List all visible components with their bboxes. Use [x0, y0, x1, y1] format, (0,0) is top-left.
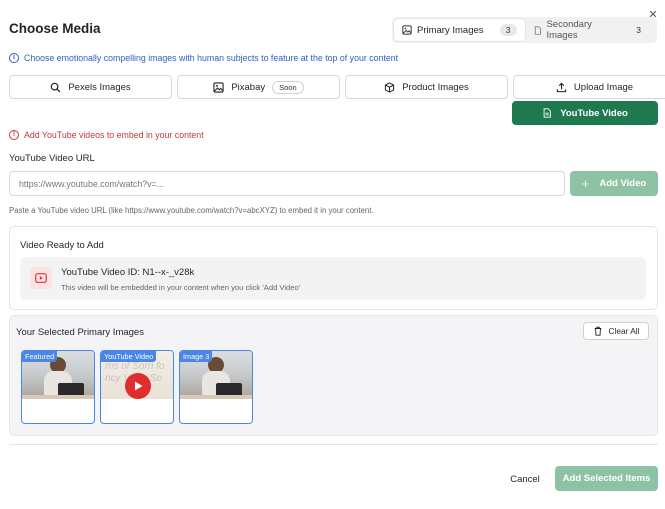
url-hint: Paste a YouTube video URL (like https://…: [9, 206, 374, 215]
pexels-images-button[interactable]: Pexels Images: [9, 75, 172, 99]
soon-badge: Soon: [272, 80, 304, 94]
source-label: Upload Image: [573, 81, 634, 93]
document-icon: [543, 108, 552, 118]
plus-icon: +: [581, 176, 590, 191]
upload-image-button[interactable]: Upload Image: [513, 75, 665, 99]
tab-secondary-images[interactable]: Secondary Images 3: [525, 19, 656, 41]
clear-all-label: Clear All: [608, 326, 640, 336]
dialog-title: Choose Media: [9, 21, 101, 36]
image-icon: [402, 25, 412, 35]
video-id-text: YouTube Video ID: N1--x-_v28k: [61, 267, 195, 278]
video-ready-heading: Video Ready to Add: [20, 240, 104, 251]
alert-icon: !: [9, 130, 19, 140]
tab-count-badge: 3: [636, 25, 641, 35]
box-icon: [385, 81, 395, 93]
info-message: i Choose emotionally compelling images w…: [9, 53, 398, 63]
tab-label: Primary Images: [417, 24, 484, 36]
youtube-video-label: YouTube Video: [560, 107, 628, 119]
warning-text: Add YouTube videos to embed in your cont…: [24, 130, 204, 140]
image-type-tabs: Primary Images 3 Secondary Images 3: [392, 17, 657, 43]
search-icon: [51, 82, 61, 92]
warning-message: ! Add YouTube videos to embed in your co…: [9, 130, 204, 140]
footer-divider: [9, 444, 658, 445]
video-ready-subtext: This video will be embedded in your cont…: [61, 283, 301, 292]
tab-label: Secondary Images: [546, 19, 592, 41]
info-icon: i: [9, 53, 19, 63]
selected-thumbnail[interactable]: ms of Sorri foncy Voter So YouTube Video: [100, 350, 174, 424]
product-images-button[interactable]: Product Images: [345, 75, 508, 99]
cancel-button[interactable]: Cancel: [504, 467, 546, 491]
video-ready-panel: Video Ready to Add YouTube Video ID: N1-…: [9, 226, 658, 310]
source-label: Product Images: [402, 81, 469, 93]
selected-thumbnail[interactable]: Featured: [21, 350, 95, 424]
add-selected-items-button[interactable]: Add Selected Items: [555, 466, 658, 491]
add-video-button[interactable]: + Add Video: [570, 171, 658, 196]
tab-count-badge: 3: [499, 24, 517, 36]
selected-images-heading: Your Selected Primary Images: [16, 327, 144, 338]
video-ready-card: YouTube Video ID: N1--x-_v28k This video…: [20, 257, 646, 300]
youtube-url-input[interactable]: [9, 171, 565, 196]
trash-icon: [594, 326, 601, 336]
tab-primary-images[interactable]: Primary Images 3: [394, 19, 525, 41]
upload-icon: [556, 82, 567, 92]
youtube-video-button[interactable]: YouTube Video: [512, 101, 658, 125]
youtube-url-label: YouTube Video URL: [9, 153, 95, 164]
info-text: Choose emotionally compelling images wit…: [24, 53, 399, 63]
thumbnail-badge: YouTube Video: [101, 351, 157, 362]
selected-thumbnail[interactable]: Image 3: [179, 350, 253, 424]
pixabay-button[interactable]: Pixabay Soon: [177, 75, 340, 99]
thumbnail-badge: Featured: [22, 351, 58, 362]
thumbnail-badge: Image 3: [180, 351, 213, 362]
clear-all-button[interactable]: Clear All: [583, 322, 649, 340]
source-label: Pexels Images: [68, 81, 131, 93]
selected-images-panel: Your Selected Primary Images Clear All F…: [9, 315, 658, 436]
media-source-row: Pexels Images Pixabay Soon Product Image…: [9, 75, 665, 99]
source-label: Pixabay: [231, 81, 266, 93]
add-video-label: Add Video: [599, 178, 647, 189]
selected-thumbnails: Featured ms of Sorri foncy Voter So YouT…: [21, 350, 253, 424]
youtube-icon: [30, 267, 52, 289]
image-icon: [213, 81, 224, 93]
file-icon: [534, 25, 541, 35]
play-icon: [125, 373, 151, 399]
